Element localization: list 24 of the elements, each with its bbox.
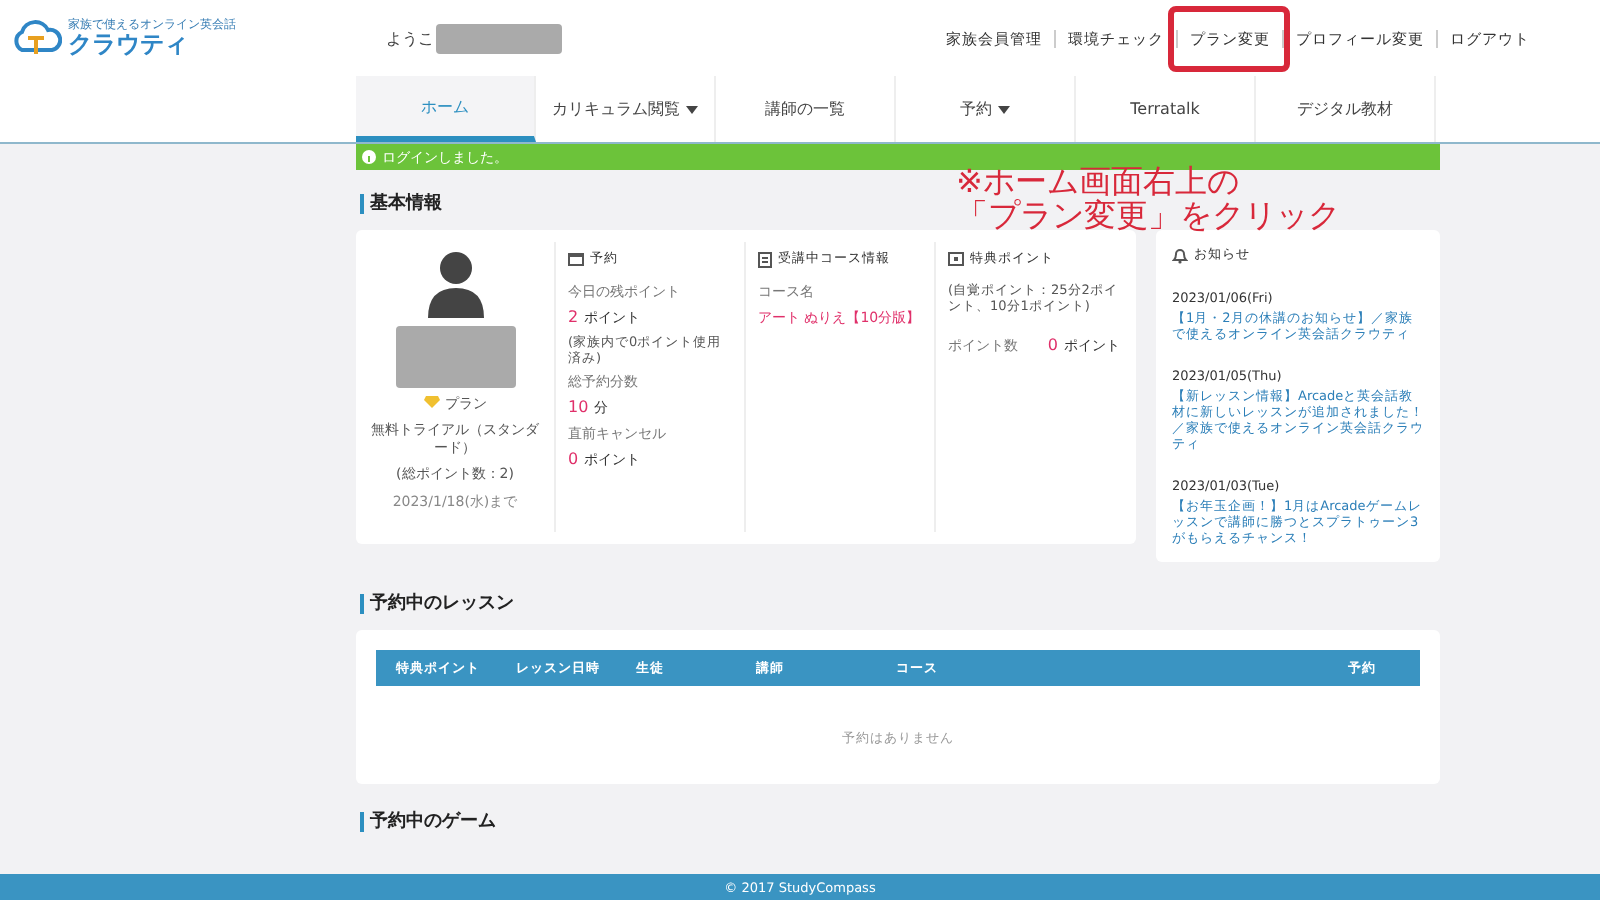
field-value: 0 (1047, 336, 1058, 354)
heading-marker (360, 593, 364, 613)
cloud-logo-icon (10, 20, 62, 56)
heading-marker (360, 193, 364, 213)
welcome-text: ようこ (386, 27, 434, 49)
field-value: 10 (568, 398, 589, 416)
section-title: 基本情報 (370, 190, 442, 216)
info-icon (362, 150, 376, 164)
avatar-icon (427, 250, 483, 318)
calendar-icon (568, 252, 584, 266)
gem-icon (423, 396, 439, 408)
logo-text: クラウティ (68, 32, 190, 58)
field-value: 0 (568, 450, 579, 468)
section-title: 予約中のゲーム (370, 808, 496, 834)
annotation-text: 「プラン変更」をクリック (956, 198, 1340, 232)
redacted-block (395, 326, 515, 388)
bell-icon (1172, 247, 1188, 263)
section-title: 予約中のレッスン (370, 590, 514, 616)
ticket-icon (948, 252, 964, 266)
redacted-block (436, 23, 562, 53)
annotation-text: ※ホーム画面右上の (956, 164, 1239, 198)
heading-marker (360, 811, 364, 831)
document-icon (758, 251, 772, 267)
field-value: 2 (568, 308, 579, 326)
